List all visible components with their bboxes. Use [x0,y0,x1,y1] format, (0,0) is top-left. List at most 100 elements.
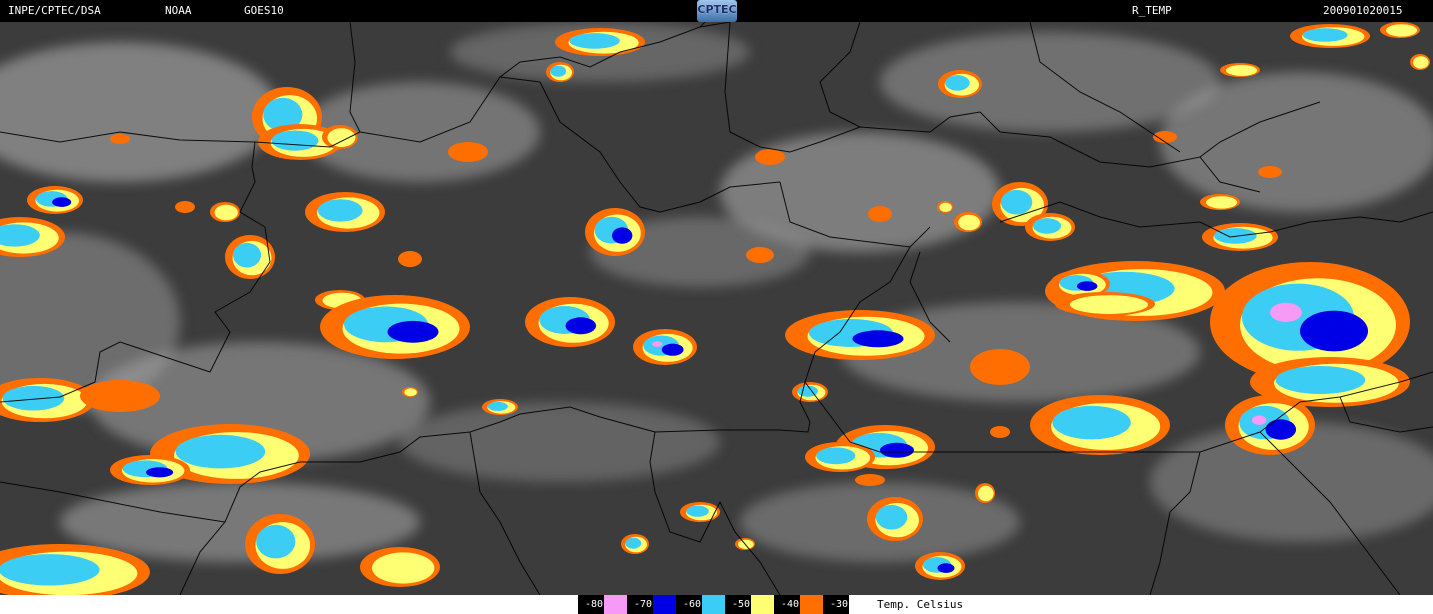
storm-cell [210,202,240,222]
temperature-band [569,33,620,49]
legend-swatch [849,595,872,614]
temperature-band [880,442,914,458]
temperature-band [625,537,642,549]
temperature-band [990,426,1010,438]
storm-cell [175,201,195,213]
temperature-band [80,380,160,412]
storm-cell [305,192,385,232]
storm-cell [970,349,1030,385]
temperature-band [398,251,422,267]
temperature-band [661,343,684,356]
temperature-band [271,130,319,151]
header-bar: INPE/CPTEC/DSA NOAA GOES10 CPTEC R_TEMP … [0,0,1433,22]
temperature-band [1000,189,1033,215]
temperature-band [939,202,952,212]
storm-cell [633,329,697,365]
storm-cell [1258,166,1282,178]
storm-cell [1220,63,1260,77]
legend-swatch [604,595,627,614]
temperature-band [146,467,174,478]
satellite-label: GOES10 [244,4,284,17]
temperature-band [855,474,885,486]
storm-cell [322,125,358,149]
agency-label: NOAA [165,4,192,17]
temperature-band [1413,56,1429,69]
temperature-band [387,320,439,343]
legend-value: -60 [676,595,702,614]
temperature-band [214,204,238,221]
storm-cell [245,514,315,574]
legend-swatch [653,595,676,614]
temperature-band [1265,419,1297,440]
temperature-band [852,330,904,348]
storm-cell [1055,292,1155,316]
storm-cell [1290,24,1370,48]
temperature-band [1206,196,1238,209]
temperature-band [746,247,774,263]
temperature-band [978,485,994,502]
temperature-band [565,317,597,335]
temperature-band [487,401,508,411]
temperature-band [937,563,955,573]
temperature-band [1033,218,1061,234]
storm-cell [855,474,885,486]
temperature-band [755,149,785,165]
temperature-band [550,65,567,77]
temperature-band [945,75,970,91]
temperature-band [0,554,100,586]
storm-cell [746,247,774,263]
temperature-band [1270,302,1302,322]
temperature-band [1300,310,1368,352]
storm-cell [110,134,130,144]
temperature-band [233,242,261,268]
source-label: INPE/CPTEC/DSA [8,4,101,17]
storm-cell [792,382,828,402]
temperature-band [327,128,356,147]
temperature-band [110,134,130,144]
temperature-band [317,199,363,222]
storm-cell [482,399,518,415]
temperature-band [448,142,488,162]
temperature-band [1226,64,1258,76]
temperature-band [868,206,892,222]
storm-cell [398,251,422,267]
legend-value: -50 [725,595,751,614]
storm-cell [868,206,892,222]
storm-cell [402,387,418,397]
temperature-band [958,214,980,231]
temperature-band [52,197,72,207]
temperature-band [175,201,195,213]
product-label: R_TEMP [1132,4,1172,17]
storm-cell [360,547,440,587]
storm-cell [320,295,470,359]
storm-cell [785,310,935,360]
legend-value: -70 [627,595,653,614]
temperature-legend: -80 -70 -60 -50 -40 -30 Temp. Celsius [578,595,964,614]
storm-cell [525,297,615,347]
storm-cell [938,70,982,98]
storm-cell [1030,395,1170,455]
storm-cell [546,62,574,82]
legend-title: Temp. Celsius [872,595,964,614]
temperature-band [175,434,266,469]
storm-cell [585,208,645,256]
logo-text: CPTEC [697,3,737,16]
storm-cell [1202,223,1278,251]
storm-cell [755,149,785,165]
storm-cell [680,502,720,522]
temperature-band [1052,405,1131,440]
storm-cell [1410,54,1430,70]
storm-cell [867,497,923,541]
storm-cell [915,552,965,580]
satellite-map [0,22,1433,595]
timestamp-label: 200901020015 [1323,4,1403,17]
legend-swatch [751,595,774,614]
temperature-band [256,524,296,559]
temperature-band [970,349,1030,385]
temperature-band [1386,24,1418,37]
temperature-band [875,504,908,530]
storm-cell [1025,213,1075,241]
storm-cell [110,455,190,485]
temperature-band [652,341,663,347]
cptec-logo: CPTEC [697,0,737,22]
